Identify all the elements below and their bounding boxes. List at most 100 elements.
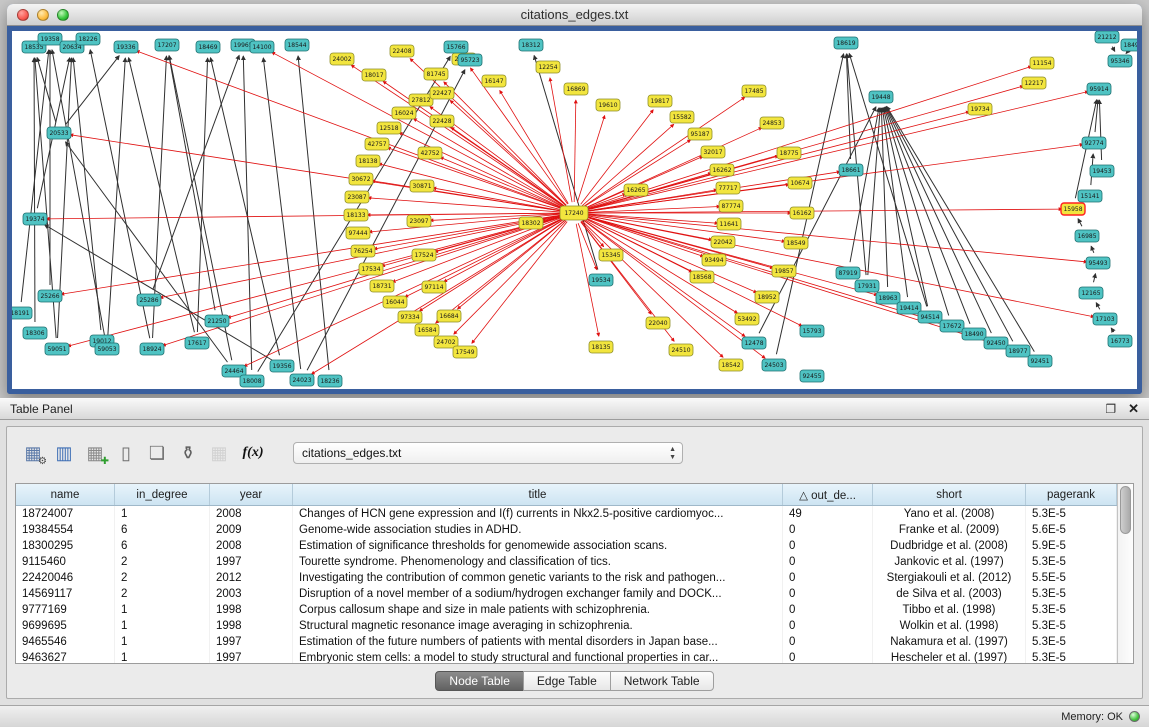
network-node[interactable]: 17549 <box>453 346 477 358</box>
network-node[interactable]: 19448 <box>869 91 893 103</box>
network-node[interactable]: 16147 <box>482 75 506 87</box>
network-node[interactable]: 18731 <box>370 280 394 292</box>
network-node[interactable]: 18302 <box>519 217 543 229</box>
delete-table-icon[interactable]: ⚱ <box>176 441 200 465</box>
network-node[interactable]: 92774 <box>1082 137 1106 149</box>
network-node[interactable]: 12217 <box>1022 77 1046 89</box>
network-node[interactable]: 19817 <box>648 95 672 107</box>
network-node[interactable]: 18775 <box>777 147 801 159</box>
network-node[interactable]: 22408 <box>390 45 414 57</box>
tab-network-table[interactable]: Network Table <box>610 671 714 691</box>
network-node[interactable]: 92451 <box>1028 355 1052 367</box>
new-document-icon[interactable]: ❏ <box>145 441 169 465</box>
network-node[interactable]: 24853 <box>760 117 784 129</box>
tab-node-table[interactable]: Node Table <box>435 671 524 691</box>
network-node[interactable]: 16869 <box>564 83 588 95</box>
float-panel-icon[interactable]: ❐ <box>1105 402 1116 416</box>
table-row[interactable]: 946554611997Estimation of the future num… <box>16 634 1117 650</box>
network-node[interactable]: 16162 <box>790 207 814 219</box>
column-header-short[interactable]: short <box>873 484 1026 506</box>
network-node[interactable]: 42757 <box>365 138 389 150</box>
network-node[interactable]: 53492 <box>735 313 759 325</box>
column-header-pagerank[interactable]: pagerank <box>1026 484 1117 506</box>
network-node[interactable]: 16773 <box>1108 335 1132 347</box>
column-header-in_degree[interactable]: in_degree <box>115 484 210 506</box>
table-row[interactable]: 1938455462009Genome-wide association stu… <box>16 522 1117 538</box>
network-node[interactable]: 19358 <box>38 33 62 45</box>
merge-table-icon[interactable]: ▦ <box>207 441 231 465</box>
network-node[interactable]: 18549 <box>784 237 808 249</box>
function-builder-icon[interactable]: f(x) <box>238 441 268 465</box>
network-node[interactable]: 59053 <box>95 343 119 355</box>
network-node[interactable]: 19610 <box>596 99 620 111</box>
close-panel-icon[interactable]: ✕ <box>1128 401 1139 417</box>
network-node[interactable]: 18236 <box>318 375 342 387</box>
network-node[interactable]: 19734 <box>968 103 992 115</box>
network-node[interactable]: 17207 <box>155 39 179 51</box>
network-node[interactable]: 10674 <box>788 177 812 189</box>
network-node[interactable]: 93494 <box>702 254 726 266</box>
network-node[interactable]: 59051 <box>45 343 69 355</box>
network-node[interactable]: 21250 <box>205 315 229 327</box>
network-node[interactable]: 87774 <box>719 200 743 212</box>
network-node[interactable]: 18312 <box>519 39 543 51</box>
network-node[interactable]: 18138 <box>356 155 380 167</box>
network-node[interactable]: 95346 <box>1108 55 1132 67</box>
network-node[interactable]: 17485 <box>742 85 766 97</box>
import-table-icon[interactable]: ▦✚ <box>83 441 107 465</box>
network-node[interactable]: 11154 <box>1030 57 1054 69</box>
tab-edge-table[interactable]: Edge Table <box>523 671 611 691</box>
network-node[interactable]: 19356 <box>270 360 294 372</box>
network-node[interactable]: 27812 <box>409 94 433 106</box>
network-node[interactable]: 25266 <box>38 290 62 302</box>
table-row[interactable]: 911546021997Tourette syndrome. Phenomeno… <box>16 554 1117 570</box>
network-node[interactable]: 24503 <box>762 359 786 371</box>
network-node[interactable]: 11641 <box>717 218 741 230</box>
network-canvas[interactable]: 1724027812160241251842757181383067223087… <box>12 31 1137 389</box>
table-row[interactable]: 1830029562008Estimation of significance … <box>16 538 1117 554</box>
table-row[interactable]: 969969511998Structural magnetic resonanc… <box>16 618 1117 634</box>
network-node[interactable]: 12165 <box>1079 287 1103 299</box>
network-node[interactable]: 18490 <box>962 328 986 340</box>
sheet-selector-dropdown[interactable]: citations_edges.txt ▲ ▼ <box>293 442 683 464</box>
network-node[interactable]: 30871 <box>410 180 434 192</box>
network-node[interactable]: 16684 <box>437 310 461 322</box>
network-node[interactable]: 19453 <box>1090 165 1114 177</box>
network-node[interactable]: 18493 <box>1121 39 1137 51</box>
table-vertical-scrollbar[interactable] <box>1117 484 1133 663</box>
network-node[interactable]: 95914 <box>1087 83 1111 95</box>
network-node[interactable]: 21212 <box>1095 31 1119 43</box>
network-node[interactable]: 15345 <box>599 249 623 261</box>
network-node[interactable]: 22040 <box>646 317 670 329</box>
network-node[interactable]: 18191 <box>12 307 32 319</box>
table-row[interactable]: 1872400712008Changes of HCN gene express… <box>16 506 1117 523</box>
network-node[interactable]: 12254 <box>536 61 560 73</box>
network-node[interactable]: 18135 <box>589 341 613 353</box>
network-node[interactable]: 23087 <box>345 191 369 203</box>
zoom-button[interactable] <box>57 9 69 21</box>
table-row[interactable]: 1456911722003Disruption of a novel membe… <box>16 586 1117 602</box>
scrollbar-thumb[interactable] <box>1120 486 1131 534</box>
network-node[interactable]: 32017 <box>701 146 725 158</box>
network-node[interactable]: 22427 <box>430 87 454 99</box>
close-button[interactable] <box>17 9 29 21</box>
network-node[interactable]: 16584 <box>415 324 439 336</box>
network-node[interactable]: 42752 <box>418 147 442 159</box>
network-node[interactable]: 15141 <box>1078 190 1102 202</box>
network-node[interactable]: 19534 <box>589 274 613 286</box>
network-node[interactable]: 17931 <box>855 280 879 292</box>
network-node[interactable]: 17524 <box>412 249 436 261</box>
network-node[interactable]: 22428 <box>430 115 454 127</box>
network-node[interactable]: 14100 <box>250 41 274 53</box>
network-node[interactable]: 18469 <box>196 41 220 53</box>
network-node[interactable]: 15793 <box>800 325 824 337</box>
network-node[interactable]: 25286 <box>137 294 161 306</box>
edit-cells-icon[interactable]: ▯ <box>114 441 138 465</box>
column-chooser-icon[interactable]: ▥ <box>52 441 76 465</box>
network-node[interactable]: 18952 <box>755 291 779 303</box>
network-node[interactable]: 30672 <box>349 173 373 185</box>
column-header-out_de[interactable]: △ out_de... <box>783 484 873 506</box>
network-node[interactable]: 95187 <box>688 128 712 140</box>
network-node[interactable]: 95723 <box>458 54 482 66</box>
network-node[interactable]: 16044 <box>383 296 407 308</box>
